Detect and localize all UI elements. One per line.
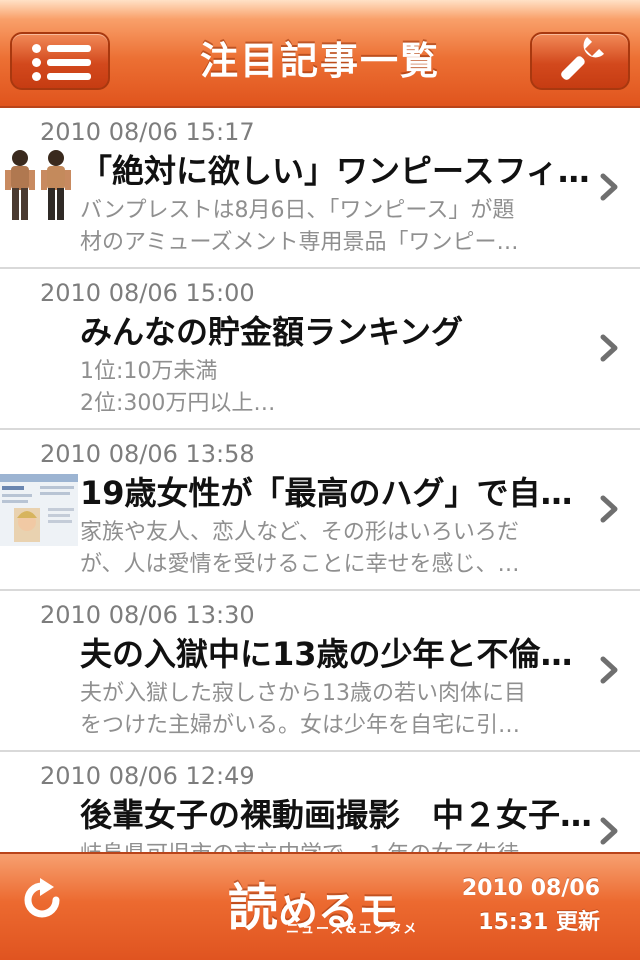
article-summary: バンプレストは8月6日、「ワンピース」が題 材のアミューズメント専用景品「ワンピ… — [80, 198, 519, 255]
article-title: 「絶対に欲しい」ワンピースフィ… — [80, 152, 590, 190]
chevron-right-icon — [600, 656, 618, 684]
chevron-right-icon — [600, 495, 618, 523]
updated-date: 2010 08/06 — [461, 876, 600, 901]
article-thumbnail — [0, 146, 78, 230]
last-updated: 2010 08/06 15:31 更新 — [462, 872, 600, 940]
article-row[interactable]: 2010 08/06 15:17 「絶対に欲しい」ワンピースフィ… バンプレスト… — [0, 108, 640, 269]
chevron-right-icon — [600, 817, 618, 845]
article-date: 2010 08/06 15:17 — [40, 118, 255, 146]
article-summary: 夫が入獄した寂しさから13歳の若い肉体に目 をつけた主婦がいる。女は少年を自宅に… — [80, 681, 526, 738]
chevron-right-icon — [600, 173, 618, 201]
logo-kanji: 読 — [228, 879, 278, 937]
article-date: 2010 08/06 13:58 — [40, 440, 255, 468]
logo-subtitle: ニュース&エンタメ — [286, 922, 419, 937]
article-row[interactable]: 2010 08/06 13:30 夫の入獄中に13歳の少年と不倫し… 夫が入獄し… — [0, 591, 640, 752]
article-title: みんなの貯金額ランキング — [80, 313, 464, 351]
article-thumbnail — [0, 468, 78, 552]
updated-time: 15:31 更新 — [478, 910, 600, 935]
article-date: 2010 08/06 13:30 — [40, 601, 255, 629]
article-title: 後輩女子の裸動画撮影 中２女子… — [80, 796, 593, 834]
app-logo: 読めるモ ニュース&エンタメ — [228, 868, 416, 937]
article-title: 夫の入獄中に13歳の少年と不倫し… — [80, 635, 598, 673]
article-date: 2010 08/06 12:49 — [40, 762, 255, 790]
article-row[interactable]: 2010 08/06 12:49 後輩女子の裸動画撮影 中２女子… 岐阜県可児市… — [0, 752, 640, 852]
article-row[interactable]: 2010 08/06 15:00 みんなの貯金額ランキング 1位:10万未満 2… — [0, 269, 640, 430]
article-summary: 家族や友人、恋人など、その形はいろいろだ が、人は愛情を受けることに幸せを感じ、… — [80, 520, 520, 577]
article-summary: 岐阜県可児市の市立中学で、１年の女子生徒 — [80, 839, 570, 852]
refresh-icon[interactable] — [22, 878, 62, 922]
chevron-right-icon — [600, 334, 618, 362]
article-list[interactable]: 2010 08/06 15:17 「絶対に欲しい」ワンピースフィ… バンプレスト… — [0, 108, 640, 852]
bottom-toolbar: 読めるモ ニュース&エンタメ 2010 08/06 15:31 更新 — [0, 852, 640, 960]
settings-button[interactable] — [530, 32, 630, 90]
nav-bar: 注目記事一覧 — [0, 0, 640, 108]
article-row[interactable]: 2010 08/06 13:58 19歳女性が「最高のハグ」で自殺… 家族や友人… — [0, 430, 640, 591]
article-title: 19歳女性が「最高のハグ」で自殺… — [80, 474, 598, 512]
article-date: 2010 08/06 15:00 — [40, 279, 255, 307]
article-summary: 1位:10万未満 2位:300万円以上… — [80, 359, 276, 416]
wrench-icon — [561, 36, 605, 80]
